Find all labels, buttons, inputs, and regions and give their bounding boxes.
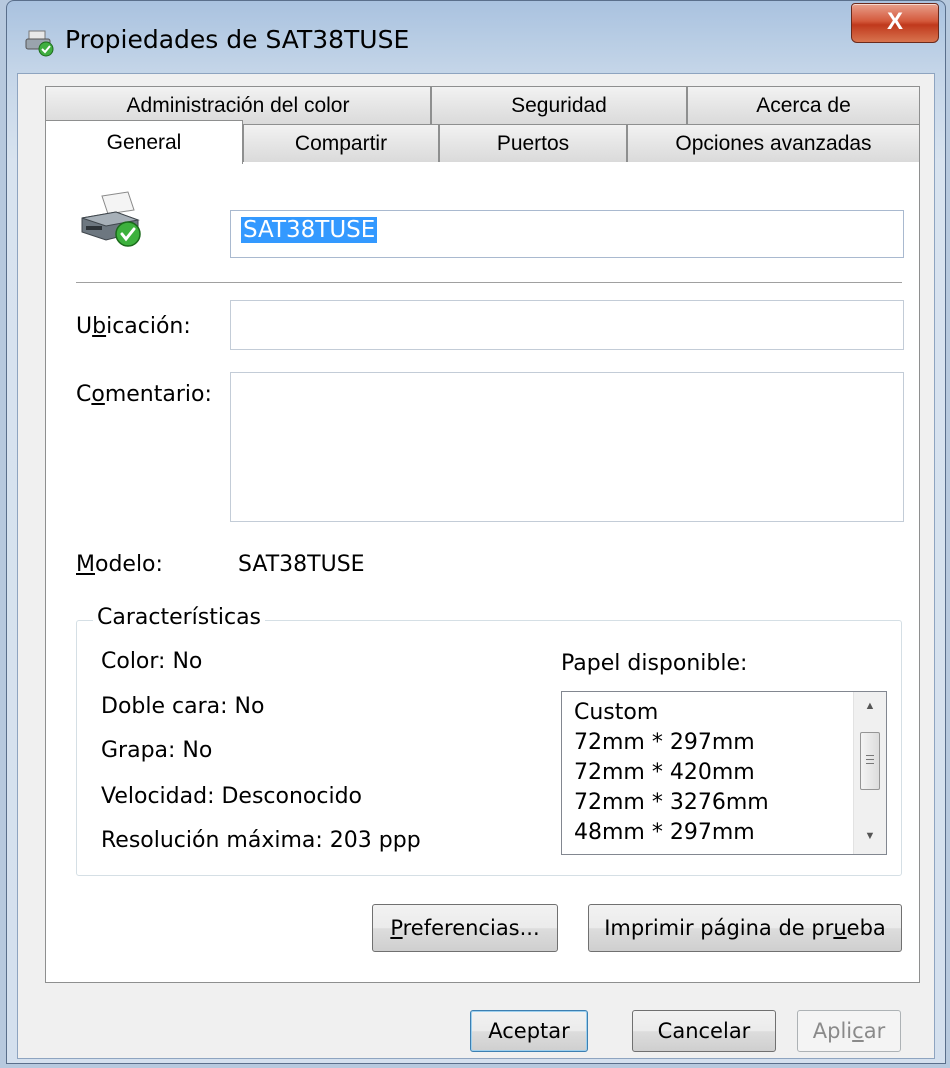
model-value: SAT38TUSE: [238, 552, 365, 577]
close-button[interactable]: X: [851, 3, 939, 43]
ok-button[interactable]: Aceptar: [470, 1010, 588, 1052]
model-label: Modelo:: [76, 552, 163, 577]
tab-advanced-options[interactable]: Opciones avanzadas: [627, 124, 920, 162]
comment-textarea[interactable]: [230, 372, 904, 522]
printer-check-icon: [81, 191, 141, 247]
paper-available-label: Papel disponible:: [561, 651, 748, 676]
scroll-down-icon[interactable]: ▼: [854, 830, 886, 842]
list-item[interactable]: 72mm * 297mm: [574, 730, 755, 755]
printer-name-selected-text: SAT38TUSE: [241, 217, 378, 243]
divider: [76, 282, 902, 283]
feature-color: Color: No: [101, 649, 203, 674]
printer-name-input[interactable]: SAT38TUSE: [230, 210, 904, 258]
feature-staple: Grapa: No: [101, 738, 213, 763]
list-item[interactable]: Custom: [574, 700, 658, 725]
list-item[interactable]: 72mm * 3276mm: [574, 790, 769, 815]
scrollbar-thumb[interactable]: [860, 732, 880, 790]
feature-duplex: Doble cara: No: [101, 694, 265, 719]
tab-ports[interactable]: Puertos: [439, 124, 627, 162]
properties-window: Propiedades de SAT38TUSE X Administració…: [6, 0, 946, 1064]
paper-list-scrollbar[interactable]: ▲ ▼: [853, 692, 886, 854]
dialog-client: Administración del color Seguridad Acerc…: [17, 73, 935, 1059]
feature-speed: Velocidad: Desconocido: [101, 784, 363, 809]
feature-resolution: Resolución máxima: 203 ppp: [101, 828, 421, 853]
window-title: Propiedades de SAT38TUSE: [65, 25, 410, 54]
tab-sharing[interactable]: Compartir: [243, 124, 439, 162]
close-icon: X: [886, 8, 903, 35]
comment-label: Comentario:: [76, 382, 212, 407]
general-tab-panel: SAT38TUSE Ubicación: Comentario: Modelo:…: [45, 161, 920, 983]
features-group: Características Color: No Doble cara: No…: [76, 605, 902, 876]
tab-general[interactable]: General: [45, 120, 243, 164]
location-label: Ubicación:: [76, 314, 191, 339]
preferences-button[interactable]: Preferencias...: [372, 904, 558, 952]
tab-color-management[interactable]: Administración del color: [45, 86, 431, 124]
title-bar[interactable]: Propiedades de SAT38TUSE X: [7, 1, 945, 73]
print-test-page-button[interactable]: Imprimir página de prueba: [588, 904, 902, 952]
location-input[interactable]: [230, 300, 904, 350]
list-item[interactable]: 72mm * 420mm: [574, 760, 755, 785]
tab-about[interactable]: Acerca de: [687, 86, 920, 124]
paper-list[interactable]: Custom 72mm * 297mm 72mm * 420mm 72mm * …: [561, 691, 887, 855]
scroll-up-icon[interactable]: ▲: [854, 700, 886, 712]
printer-check-icon: [25, 30, 54, 57]
tab-security[interactable]: Seguridad: [431, 86, 687, 124]
list-item[interactable]: 48mm * 297mm: [574, 820, 755, 845]
apply-button[interactable]: Aplicar: [797, 1010, 901, 1052]
cancel-button[interactable]: Cancelar: [632, 1010, 776, 1052]
features-title: Características: [93, 605, 266, 630]
